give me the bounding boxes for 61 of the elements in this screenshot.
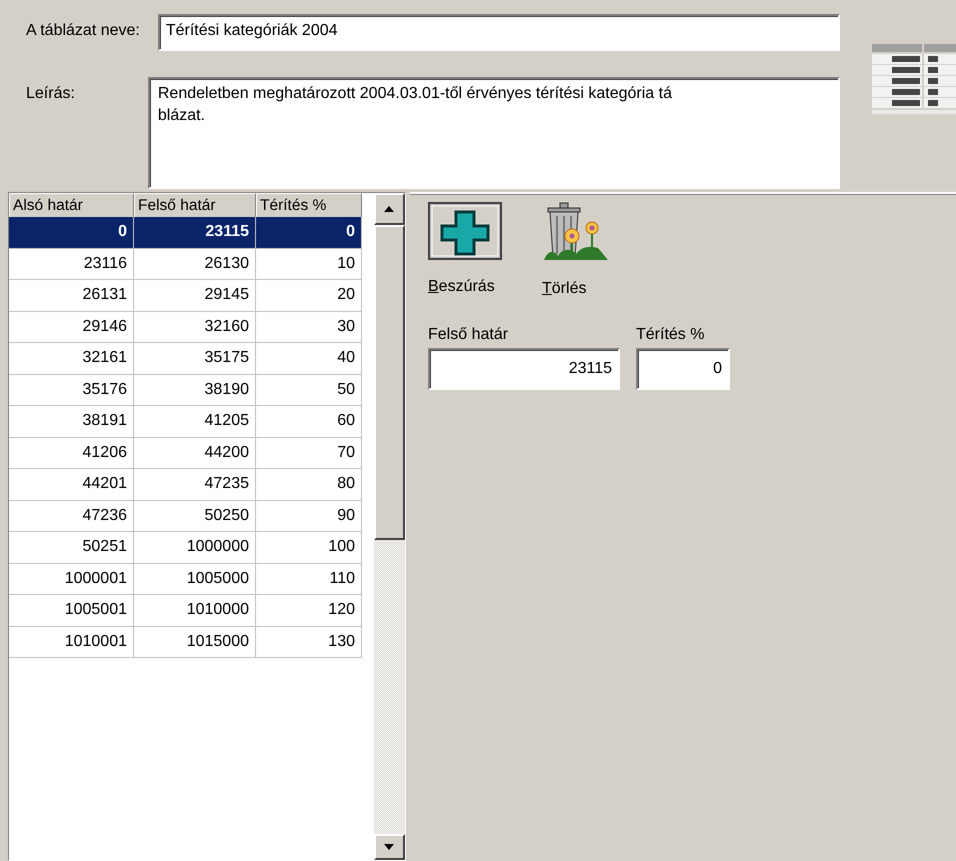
- name-label: A táblázat neve:: [26, 21, 140, 41]
- table-cell[interactable]: 100: [256, 532, 362, 564]
- field-label: Felső határ: [428, 326, 510, 344]
- field-label: Térítés %: [636, 326, 706, 344]
- scroll-up-icon: [384, 206, 394, 212]
- description-label: Leírás:: [26, 84, 76, 104]
- table-cell[interactable]: 60: [256, 406, 362, 438]
- input-field[interactable]: 23115: [428, 348, 620, 390]
- scroll-down-icon: [384, 844, 394, 850]
- description-field[interactable]: Rendeletben meghatározott 2004.03.01-től érvényes térítési kategória tá blázat.: [148, 76, 840, 188]
- table-cell[interactable]: 41205: [134, 406, 256, 438]
- table-cell[interactable]: 38190: [134, 374, 256, 406]
- scroll-down-button[interactable]: [374, 834, 405, 860]
- table-cell[interactable]: 29146: [9, 312, 134, 343]
- input-field[interactable]: 0: [636, 348, 730, 390]
- table-cell[interactable]: 47235: [134, 469, 256, 500]
- table-cell[interactable]: 32161: [9, 343, 134, 374]
- delete-button[interactable]: Törlés: [542, 202, 612, 298]
- table-cell[interactable]: 50: [256, 374, 362, 406]
- table-cell[interactable]: 80: [256, 469, 362, 500]
- table-cell[interactable]: 47236: [9, 500, 134, 532]
- table-cell[interactable]: 0: [9, 217, 134, 248]
- column-header[interactable]: Felső határ: [134, 193, 256, 219]
- table-cell[interactable]: 40: [256, 343, 362, 374]
- table-cell[interactable]: 10: [256, 248, 362, 280]
- table-cell[interactable]: 23115: [134, 217, 256, 248]
- table-cell[interactable]: 70: [256, 438, 362, 469]
- column-header[interactable]: Alsó határ: [9, 193, 134, 219]
- table-cell[interactable]: 38191: [9, 406, 134, 438]
- insert-button[interactable]: Beszúrás: [428, 202, 502, 298]
- table-cell[interactable]: 29145: [134, 280, 256, 312]
- table-cell[interactable]: 130: [256, 626, 362, 658]
- table-cell[interactable]: 26130: [134, 248, 256, 280]
- table-cell[interactable]: 110: [256, 564, 362, 595]
- scroll-up-button[interactable]: [374, 193, 405, 225]
- table-cell[interactable]: 50251: [9, 532, 134, 564]
- table-cell[interactable]: 1010001: [9, 626, 134, 658]
- table-cell[interactable]: 90: [256, 500, 362, 532]
- table-cell[interactable]: 32160: [134, 312, 256, 343]
- table-cell[interactable]: 44200: [134, 438, 256, 469]
- scrollbar-thumb[interactable]: [374, 225, 405, 540]
- table-cell[interactable]: 1015000: [134, 626, 256, 658]
- column-header[interactable]: Térítés %: [256, 193, 362, 219]
- table-cell[interactable]: 26131: [9, 280, 134, 312]
- table-cell[interactable]: 50250: [134, 500, 256, 532]
- table-cell[interactable]: 1000000: [134, 532, 256, 564]
- table-cell[interactable]: 20: [256, 280, 362, 312]
- name-field[interactable]: Térítési kategóriák 2004: [158, 14, 840, 51]
- table-cell[interactable]: 0: [256, 217, 362, 248]
- table-cell[interactable]: 1000001: [9, 564, 134, 595]
- table-cell[interactable]: 120: [256, 595, 362, 626]
- table-cell[interactable]: 1005000: [134, 564, 256, 595]
- table-cell[interactable]: 1005001: [9, 595, 134, 626]
- table-cell[interactable]: 44201: [9, 469, 134, 500]
- table-cell[interactable]: 35175: [134, 343, 256, 374]
- table-cell[interactable]: 23116: [9, 248, 134, 280]
- plus-icon: [428, 202, 502, 260]
- table-cell[interactable]: 30: [256, 312, 362, 343]
- table-cell[interactable]: 35176: [9, 374, 134, 406]
- table-cell[interactable]: 1010000: [134, 595, 256, 626]
- table-cell[interactable]: 41206: [9, 438, 134, 469]
